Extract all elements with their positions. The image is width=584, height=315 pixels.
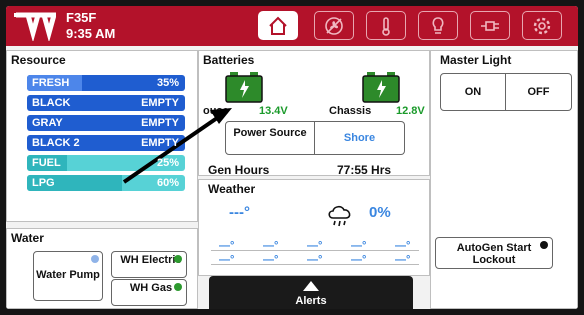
resource-title: Resource [11, 53, 66, 67]
tab-home[interactable] [258, 11, 298, 40]
tank-value: 25% [156, 157, 179, 169]
tank-value: 35% [156, 77, 179, 89]
chassis-battery-label: Chassis [329, 105, 372, 117]
tank-label: GRAY [32, 117, 63, 129]
water-pump-label: Water Pump [36, 269, 100, 281]
gen-hours-value: 77:55 Hrs [337, 163, 392, 177]
master-light-on-button[interactable]: ON [440, 73, 506, 111]
fan-off-icon [325, 16, 343, 35]
control-panel-screen: F35F 9:35 AM Resource FRESH 35% BLACK EMPTY… [6, 6, 578, 309]
batteries-panel: Batteries ouse 13.4V Chassis 12.8V Power… [198, 50, 430, 177]
wh-electric-indicator [174, 255, 182, 263]
model-name: F35F [66, 10, 97, 25]
plug-icon [481, 20, 499, 31]
chevron-up-icon [303, 281, 319, 291]
wh-electric-label: WH Electric [120, 254, 182, 266]
tab-settings[interactable] [522, 11, 562, 40]
chassis-battery-icon [362, 72, 400, 103]
power-source-button[interactable]: Power Source [225, 121, 315, 155]
water-title: Water [11, 231, 44, 245]
water-pump-indicator [91, 255, 99, 263]
weather-panel: Weather ---° 0% —° —° —° —° —° —° —° —° —° —° [198, 179, 430, 276]
shore-power-button[interactable]: Shore [315, 121, 405, 155]
house-battery-voltage: 13.4V [259, 105, 288, 117]
header-bar: F35F 9:35 AM [6, 6, 578, 46]
chassis-battery-voltage: 12.8V [396, 105, 425, 117]
master-light-on-label: ON [464, 86, 482, 98]
humidity-value: 0% [369, 204, 391, 221]
gear-icon [533, 17, 551, 34]
thermometer-icon [382, 16, 390, 36]
tab-lighting[interactable] [418, 11, 458, 40]
tank-value: EMPTY [141, 117, 179, 129]
resource-panel: Resource FRESH 35% BLACK EMPTY GRAY EMPTY BLAC… [6, 50, 198, 222]
autogen-lockout-button[interactable]: AutoGen Start Lockout [435, 237, 553, 269]
rain-cloud-icon [328, 205, 351, 227]
master-light-off-button[interactable]: OFF [506, 73, 572, 111]
gen-hours-label: Gen Hours [208, 163, 270, 177]
batteries-title: Batteries [203, 53, 255, 67]
tank-label: FRESH [32, 77, 70, 89]
alerts-label: Alerts [295, 295, 327, 307]
autogen-label: AutoGen Start Lockout [456, 242, 532, 266]
weather-title: Weather [208, 182, 256, 196]
tank-value: 60% [156, 177, 179, 189]
tank-label: BLACK 2 [32, 137, 80, 149]
tank-value: EMPTY [141, 97, 179, 109]
tank-bar-gray: GRAY EMPTY [27, 115, 185, 131]
water-panel: Water Water Pump WH Electric WH Gas [6, 228, 198, 309]
forecast-divider [211, 250, 419, 251]
temperature-value: ---° [229, 204, 250, 221]
master-light-panel: Master Light ON OFF AutoGen Start Lockou… [430, 50, 578, 309]
master-light-off-label: OFF [527, 86, 550, 98]
tank-bar-black: BLACK EMPTY [27, 95, 185, 111]
tab-power[interactable] [470, 11, 510, 40]
tank-bar-black-2: BLACK 2 EMPTY [27, 135, 185, 151]
master-light-title: Master Light [440, 53, 512, 67]
tab-thermostat[interactable] [366, 11, 406, 40]
alerts-button[interactable]: Alerts [209, 276, 413, 309]
wh-gas-indicator [174, 283, 182, 291]
clock-time: 9:35 AM [66, 26, 116, 41]
water-pump-button[interactable]: Water Pump [33, 251, 103, 301]
wh-gas-button[interactable]: WH Gas [111, 279, 187, 306]
house-battery-icon [225, 72, 263, 103]
wh-gas-label: WH Gas [129, 282, 173, 294]
tab-climate-fan[interactable] [314, 11, 354, 40]
wh-electric-button[interactable]: WH Electric [111, 251, 187, 278]
lightbulb-icon [432, 16, 444, 34]
tank-label: BLACK [32, 97, 71, 109]
tank-label: FUEL [32, 157, 61, 169]
house-battery-label: ouse [203, 105, 229, 117]
autogen-indicator [540, 241, 548, 249]
tank-bar-fresh: FRESH 35% [27, 75, 185, 91]
brand-logo-icon [14, 12, 56, 41]
power-source-label: Power Source [233, 127, 307, 139]
tank-label: LPG [32, 177, 55, 189]
forecast-divider [211, 264, 419, 265]
shore-label: Shore [343, 132, 376, 144]
home-icon [269, 16, 287, 35]
tank-value: EMPTY [141, 137, 179, 149]
tank-bar-lpg: LPG 60% [27, 175, 185, 191]
tank-bar-fuel: FUEL 25% [27, 155, 185, 171]
